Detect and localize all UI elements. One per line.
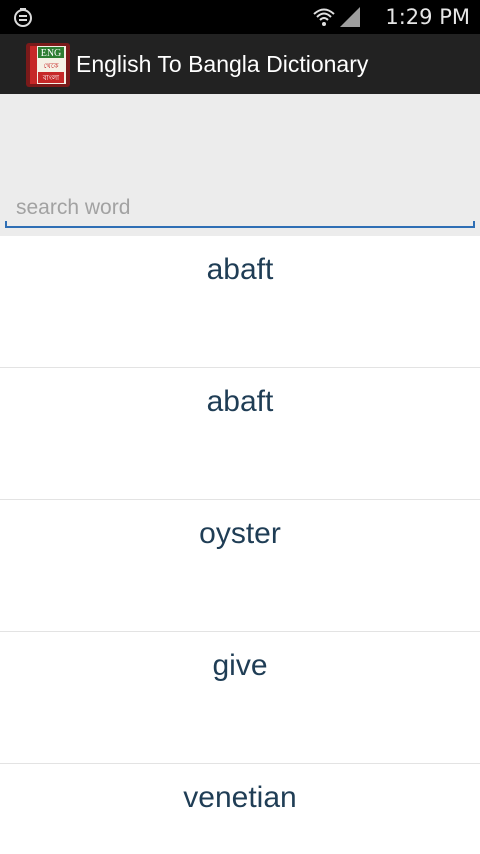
app-title: English To Bangla Dictionary bbox=[76, 51, 369, 77]
word-text: abaft bbox=[206, 253, 274, 286]
word-text: abaft bbox=[206, 385, 274, 418]
status-clock: 1:29 PM bbox=[385, 5, 470, 29]
signal-icon bbox=[340, 7, 360, 27]
word-text: oyster bbox=[199, 517, 281, 550]
search-underline bbox=[5, 221, 475, 228]
word-text: venetian bbox=[183, 781, 297, 814]
logo-text-bangla: বাংলা bbox=[42, 74, 60, 82]
list-item[interactable]: abaft bbox=[0, 236, 480, 368]
word-text: give bbox=[212, 649, 268, 682]
notification-icon bbox=[14, 8, 32, 27]
app-logo-icon[interactable]: ENG থেকে বাংলা bbox=[26, 43, 70, 87]
list-item[interactable]: abaft bbox=[0, 368, 480, 500]
action-bar: ENG থেকে বাংলা English To Bangla Diction… bbox=[0, 34, 480, 95]
list-item[interactable]: give bbox=[0, 632, 480, 764]
logo-text-mid: থেকে bbox=[43, 62, 58, 70]
logo-text-eng: ENG bbox=[41, 48, 62, 59]
list-item[interactable]: venetian bbox=[0, 764, 480, 854]
wifi-icon bbox=[313, 8, 335, 26]
status-bar: 1:29 PM bbox=[0, 0, 480, 34]
list-item[interactable]: oyster bbox=[0, 500, 480, 632]
search-input[interactable] bbox=[6, 190, 474, 226]
word-list[interactable]: abaft abaft oyster give venetian bbox=[0, 236, 480, 854]
